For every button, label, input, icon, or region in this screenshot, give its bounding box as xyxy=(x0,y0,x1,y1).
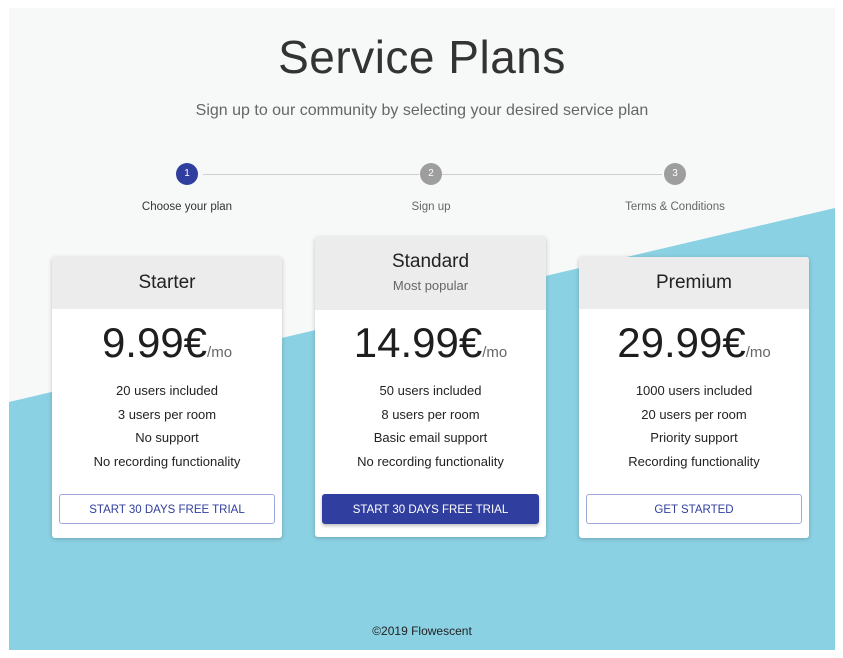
plan-feature: Basic email support xyxy=(373,430,488,445)
plan-feature: No recording functionality xyxy=(93,453,241,469)
get-started-button[interactable]: GET STARTED xyxy=(586,494,802,524)
plan-card-header: Standard Most popular xyxy=(315,237,546,310)
plan-features-list: 1000 users included 20 users per room Pr… xyxy=(579,379,809,473)
plan-card-header: Premium xyxy=(579,257,809,309)
plan-period: /mo xyxy=(207,344,233,361)
step-sign-up[interactable]: 2 Sign up xyxy=(331,163,531,213)
page-title: Service Plans xyxy=(278,31,566,83)
plan-feature: 20 users included xyxy=(116,383,218,398)
step-terms-conditions[interactable]: 3 Terms & Conditions xyxy=(575,163,775,213)
plan-features-list: 50 users included 8 users per room Basic… xyxy=(315,379,546,473)
step-number-badge: 1 xyxy=(176,163,198,185)
plan-feature: 50 users included xyxy=(379,383,482,398)
plan-card-header: Starter xyxy=(52,257,282,309)
plan-price-row: 29.99€/mo xyxy=(579,319,809,367)
step-number-badge: 3 xyxy=(664,163,686,185)
plan-price: 9.99€ xyxy=(101,319,208,366)
plan-card-premium: Premium 29.99€/mo 1000 users included 20… xyxy=(579,257,809,538)
plan-feature: No recording functionality xyxy=(357,453,504,469)
start-free-trial-button[interactable]: START 30 DAYS FREE TRIAL xyxy=(322,494,539,524)
plan-feature: 3 users per room xyxy=(117,406,217,422)
plan-name: Premium xyxy=(655,272,732,293)
step-label: Terms & Conditions xyxy=(625,201,725,213)
plan-feature: Priority support xyxy=(650,430,738,445)
plan-feature: Recording functionality xyxy=(628,453,760,469)
plan-price-row: 14.99€/mo xyxy=(315,319,546,367)
step-choose-plan[interactable]: 1 Choose your plan xyxy=(87,163,287,213)
plan-feature: No support xyxy=(135,430,199,445)
step-number-badge: 2 xyxy=(420,163,442,185)
start-free-trial-button[interactable]: START 30 DAYS FREE TRIAL xyxy=(59,494,275,524)
plan-feature: 1000 users included xyxy=(635,383,753,398)
plan-feature: 8 users per room xyxy=(381,406,480,422)
plan-popular-tag: Most popular xyxy=(392,278,469,293)
plan-card-starter: Starter 9.99€/mo 20 users included 3 use… xyxy=(52,257,282,538)
step-label: Sign up xyxy=(411,201,451,213)
step-label: Choose your plan xyxy=(141,201,233,213)
stepper: 1 Choose your plan 2 Sign up 3 Terms & C… xyxy=(9,163,835,223)
plan-price: 14.99€ xyxy=(353,319,483,366)
page-subtitle: Sign up to our community by selecting yo… xyxy=(195,102,649,119)
plan-period: /mo xyxy=(482,344,508,361)
plan-card-standard: Standard Most popular 14.99€/mo 50 users… xyxy=(315,237,546,537)
plan-price-row: 9.99€/mo xyxy=(52,319,282,367)
plan-features-list: 20 users included 3 users per room No su… xyxy=(52,379,282,473)
plan-period: /mo xyxy=(745,344,771,361)
plan-name: Starter xyxy=(138,272,196,293)
plan-feature: 20 users per room xyxy=(641,406,747,422)
footer-copyright: ©2019 Flowescent xyxy=(372,624,472,638)
plan-name: Standard xyxy=(391,251,470,272)
plan-price: 29.99€ xyxy=(617,319,746,366)
page-background: Service Plans Sign up to our community b… xyxy=(9,8,835,650)
